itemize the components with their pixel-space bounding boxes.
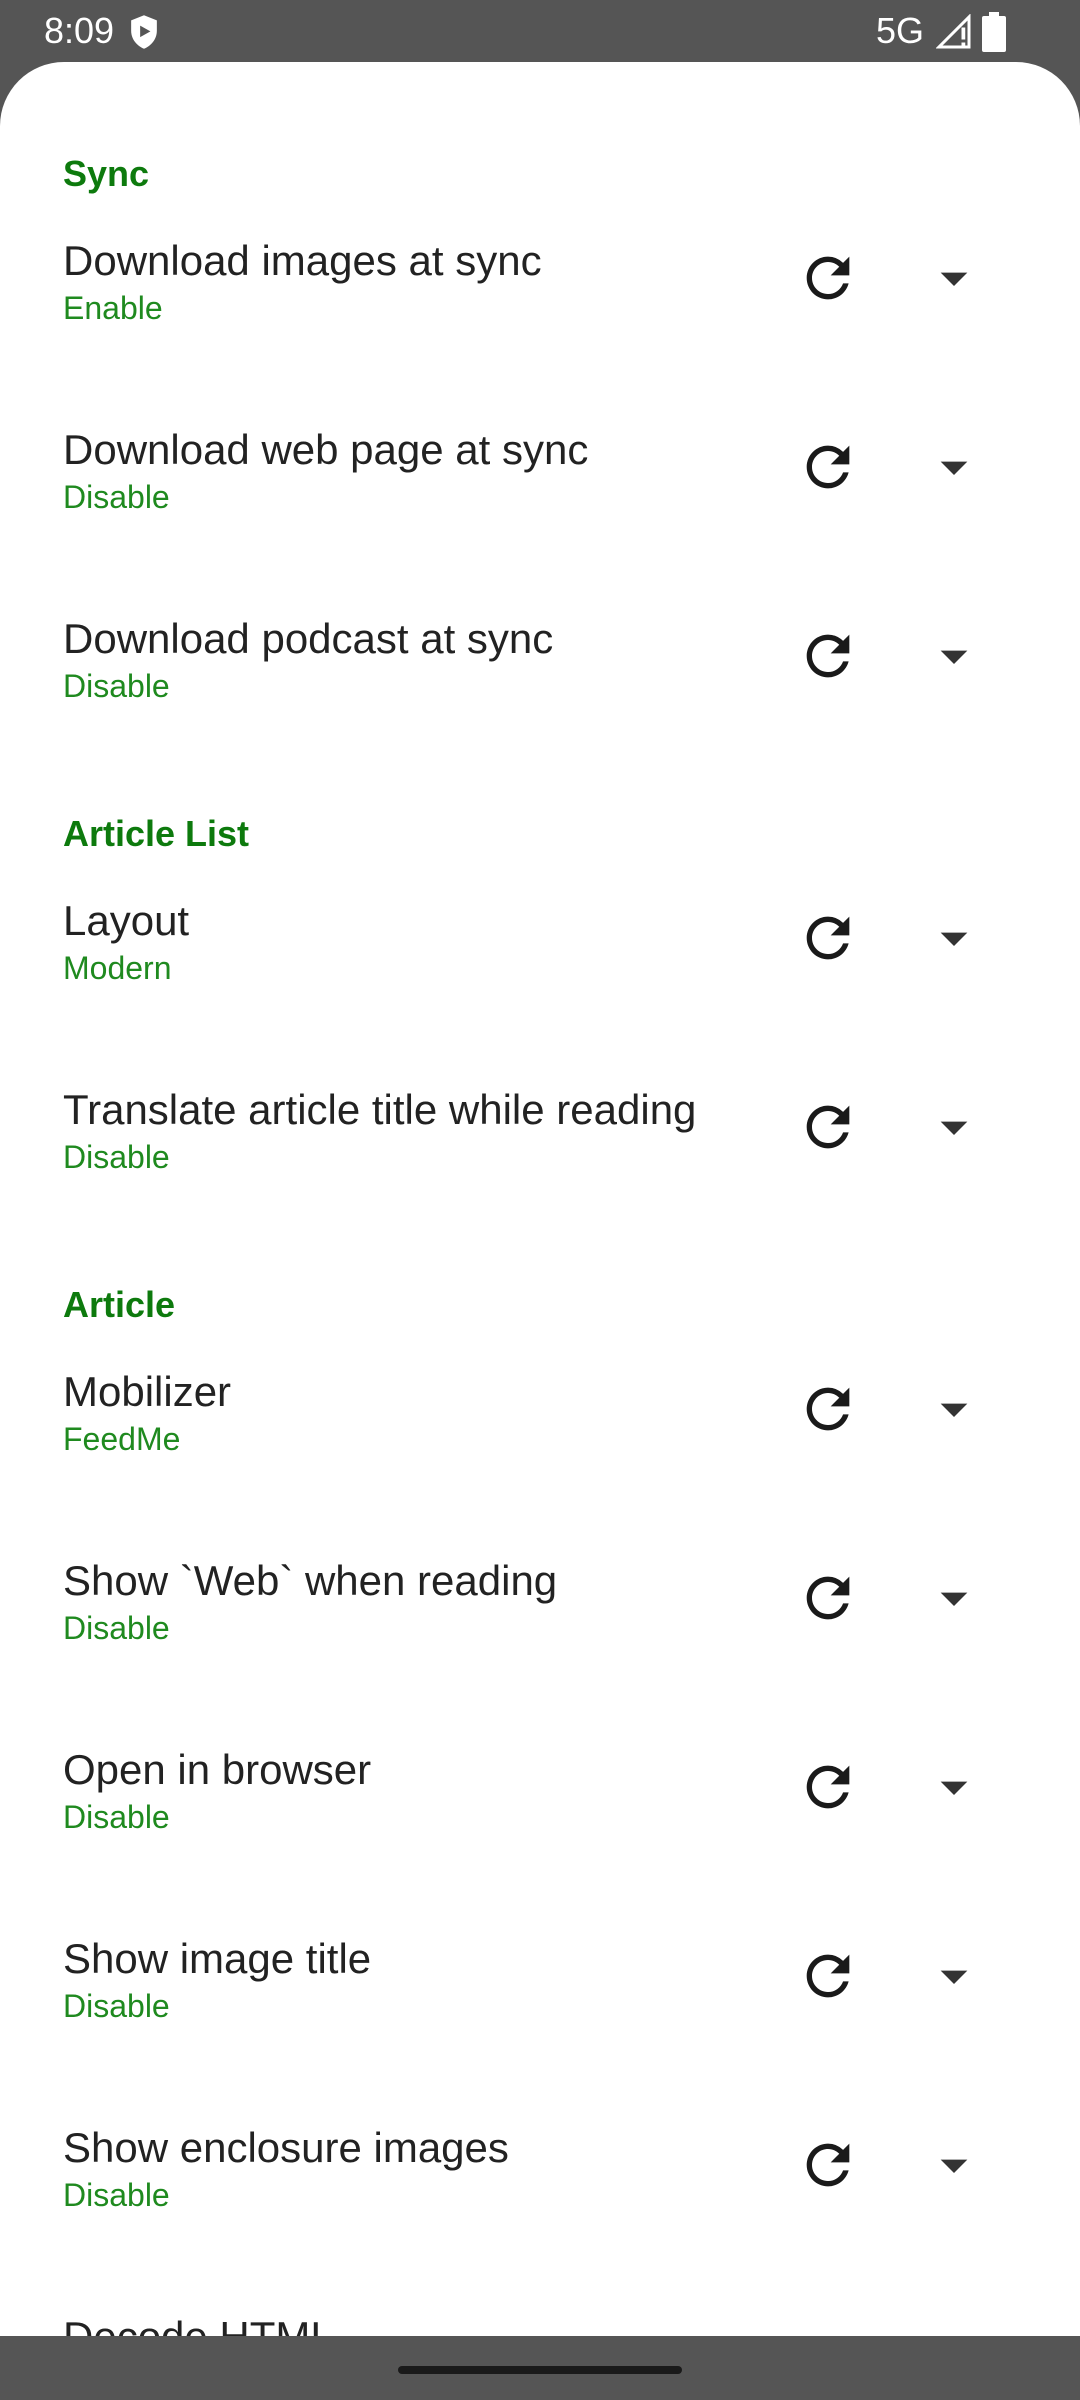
setting-title: Layout — [63, 897, 190, 944]
status-bar: 8:09 5G — [0, 0, 1080, 62]
dropdown-arrow-icon[interactable] — [922, 1095, 986, 1159]
setting-row-decode-html[interactable]: Decode HTML — [0, 2310, 1080, 2336]
refresh-icon[interactable] — [796, 246, 860, 310]
section-title-sync: Sync — [63, 153, 150, 194]
shield-icon — [131, 15, 157, 49]
status-time: 8:09 — [44, 10, 115, 51]
refresh-icon[interactable] — [796, 906, 860, 970]
setting-value: Enable — [63, 290, 163, 326]
dropdown-arrow-icon[interactable] — [922, 906, 986, 970]
setting-title: Decode HTML — [63, 2310, 334, 2336]
setting-value: Disable — [63, 2177, 170, 2213]
dropdown-arrow-icon[interactable] — [922, 1944, 986, 2008]
dropdown-arrow-icon[interactable] — [922, 246, 986, 310]
setting-title: Show enclosure images — [63, 2124, 509, 2171]
section-title-article-list: Article List — [63, 813, 250, 854]
navigation-bar — [0, 2336, 1080, 2400]
dropdown-arrow-icon[interactable] — [922, 435, 986, 499]
refresh-icon[interactable] — [796, 1377, 860, 1441]
setting-row-show-enclosure-images[interactable]: Show enclosure images Disable — [0, 2121, 1080, 2271]
setting-value: FeedMe — [63, 1421, 181, 1457]
setting-value: Disable — [63, 1988, 170, 2024]
setting-value: Modern — [63, 950, 172, 986]
setting-value: Disable — [63, 668, 170, 704]
setting-row-download-web-page[interactable]: Download web page at sync Disable — [0, 423, 1080, 573]
setting-value: Disable — [63, 479, 170, 515]
refresh-icon[interactable] — [796, 435, 860, 499]
refresh-icon[interactable] — [796, 1755, 860, 1819]
network-type: 5G — [876, 10, 925, 51]
setting-title: Open in browser — [63, 1746, 372, 1793]
setting-row-download-images[interactable]: Download images at sync Enable — [0, 234, 1080, 384]
setting-row-layout[interactable]: Layout Modern — [0, 894, 1080, 1044]
dropdown-arrow-icon[interactable] — [922, 2133, 986, 2197]
setting-title: Show `Web` when reading — [63, 1557, 558, 1604]
dropdown-arrow-icon[interactable] — [922, 1755, 986, 1819]
signal-icon — [936, 14, 971, 49]
setting-row-show-image-title[interactable]: Show image title Disable — [0, 1932, 1080, 2082]
dropdown-arrow-icon[interactable] — [922, 1566, 986, 1630]
refresh-icon[interactable] — [796, 1566, 860, 1630]
battery-icon — [982, 12, 1006, 52]
setting-row-show-web[interactable]: Show `Web` when reading Disable — [0, 1554, 1080, 1704]
setting-value: Disable — [63, 1799, 170, 1835]
setting-row-download-podcast[interactable]: Download podcast at sync Disable — [0, 612, 1080, 762]
section-title-article: Article — [63, 1284, 176, 1325]
dropdown-arrow-icon[interactable] — [922, 1377, 986, 1441]
setting-row-mobilizer[interactable]: Mobilizer FeedMe — [0, 1365, 1080, 1515]
setting-value: Disable — [63, 1139, 170, 1175]
refresh-icon[interactable] — [796, 1944, 860, 2008]
setting-value: Disable — [63, 1610, 170, 1646]
setting-row-translate-title[interactable]: Translate article title while reading Di… — [0, 1083, 1080, 1233]
setting-title: Show image title — [63, 1935, 372, 1982]
setting-title: Download web page at sync — [63, 426, 589, 473]
refresh-icon[interactable] — [796, 1095, 860, 1159]
setting-title: Mobilizer — [63, 1368, 232, 1415]
dropdown-arrow-icon[interactable] — [922, 624, 986, 688]
setting-row-open-in-browser[interactable]: Open in browser Disable — [0, 1743, 1080, 1893]
setting-title: Translate article title while reading — [63, 1086, 697, 1133]
setting-title: Download images at sync — [63, 237, 542, 284]
refresh-icon[interactable] — [796, 2133, 860, 2197]
settings-sheet: Sync Download images at sync Enable Down… — [0, 62, 1080, 2336]
setting-title: Download podcast at sync — [63, 615, 554, 662]
gesture-handle[interactable] — [398, 2366, 682, 2374]
refresh-icon[interactable] — [796, 624, 860, 688]
